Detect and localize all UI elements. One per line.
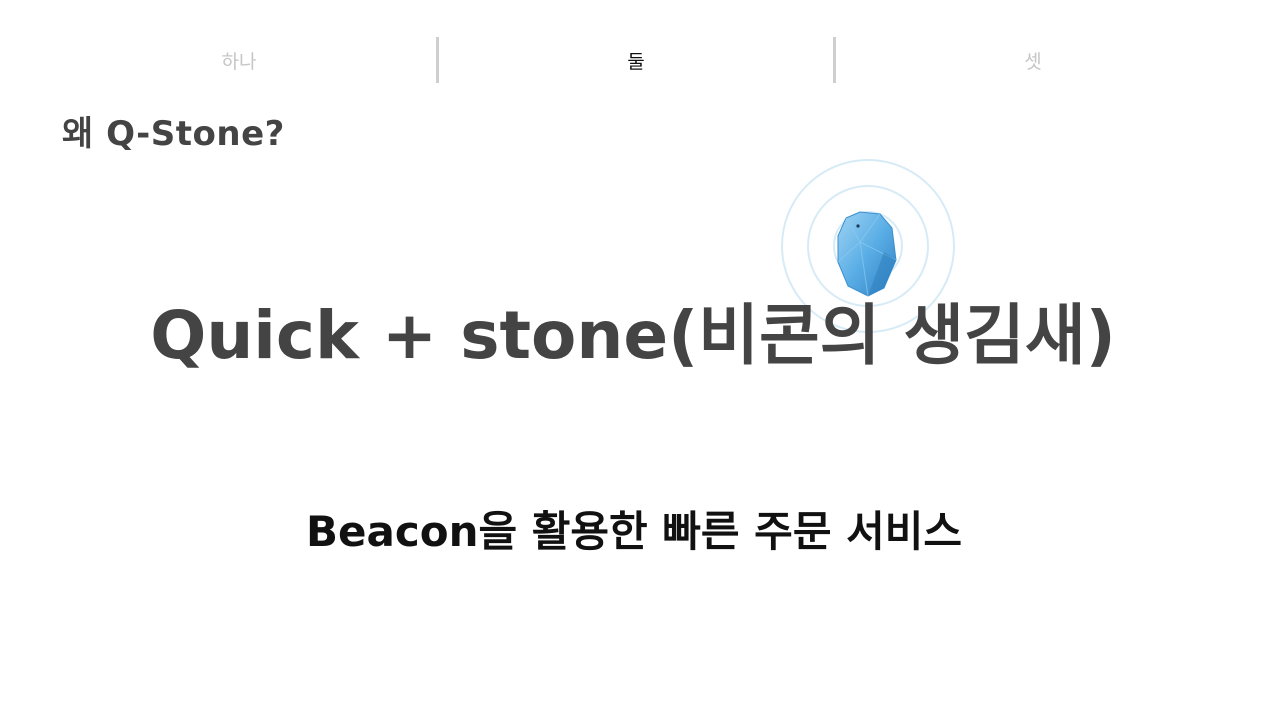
tab-three[interactable]: 셋 — [836, 36, 1230, 84]
section-title: 왜 Q-Stone? — [62, 114, 285, 154]
tab-bar: 하나 둘 셋 — [42, 36, 1230, 84]
tab-two[interactable]: 둘 — [439, 36, 833, 84]
slide-page: 하나 둘 셋 왜 Q-Stone? Quick + stone(비콘의 생김새)… — [0, 0, 1280, 720]
subtitle: Beacon을 활용한 빠른 주문 서비스 — [305, 507, 963, 556]
headline: Quick + stone(비콘의 생김새) — [150, 297, 1116, 374]
tab-one[interactable]: 하나 — [42, 36, 436, 84]
